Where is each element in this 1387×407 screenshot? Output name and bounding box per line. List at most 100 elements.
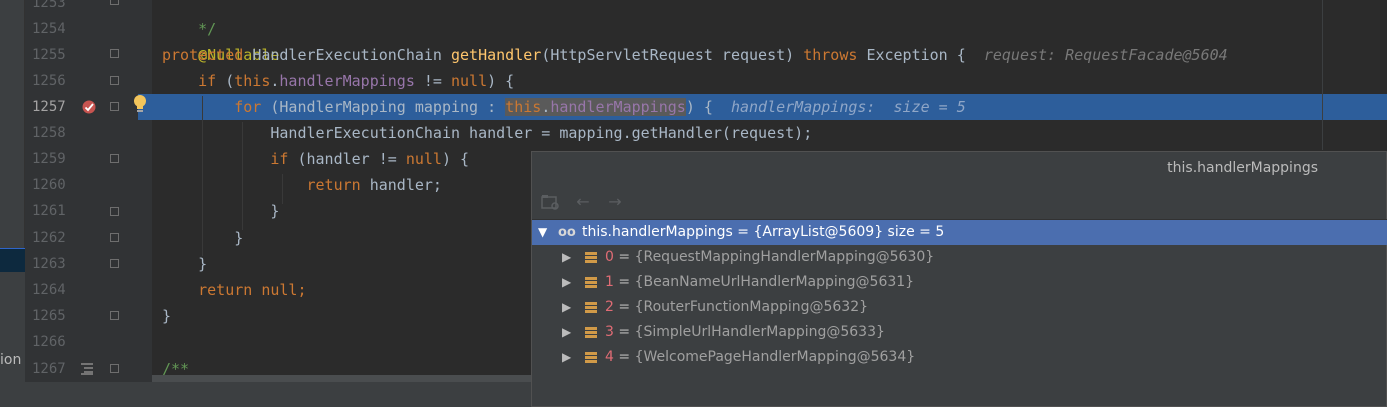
- keyword: null: [451, 72, 488, 90]
- fold-marker-icon[interactable]: [110, 311, 119, 320]
- code-line-1256: if (this.handlerMappings != null) {: [198, 72, 515, 90]
- brace: ) {: [441, 150, 470, 168]
- line-number: 1266: [32, 334, 66, 350]
- keyword: return: [306, 176, 361, 194]
- tree-item-row[interactable]: ▶ 0 = {RequestMappingHandlerMapping@5630…: [532, 245, 1387, 270]
- field-list-icon: [585, 352, 597, 364]
- popup-title: this.handlerMappings: [1167, 160, 1318, 176]
- tree-root-row[interactable]: ▼ oo this.handlerMappings = {ArrayList@5…: [532, 220, 1387, 245]
- type: HandlerExecutionChain: [252, 46, 442, 64]
- tree-item-row[interactable]: ▶ 1 = {BeanNameUrlHandlerMapping@5631}: [532, 270, 1387, 295]
- line-number: 1261: [32, 203, 66, 219]
- fold-marker-icon[interactable]: [110, 154, 119, 163]
- fold-marker-icon[interactable]: [110, 259, 119, 268]
- expand-arrow-icon[interactable]: ▶: [562, 270, 571, 295]
- condition: (handler !=: [297, 150, 406, 168]
- inline-debug-hint: handlerMappings: size = 5: [730, 98, 966, 116]
- truncated-label: ion: [0, 352, 22, 368]
- breakpoint-icon[interactable]: [81, 99, 97, 115]
- code-line-1255: protected HandlerExecutionChain getHandl…: [162, 42, 1228, 68]
- field-list-icon: [585, 302, 597, 314]
- field-list-icon: [585, 277, 597, 289]
- keyword: null;: [261, 281, 307, 299]
- variable-tree[interactable]: ▼ oo this.handlerMappings = {ArrayList@5…: [532, 220, 1387, 406]
- fold-marker-icon[interactable]: [110, 233, 119, 242]
- brace: }: [198, 255, 208, 273]
- fold-marker-icon[interactable]: [110, 364, 119, 373]
- operator: !=: [414, 72, 451, 90]
- item-value: {RequestMappingHandlerMapping@5630}: [634, 249, 935, 265]
- project-panel-edge: [0, 0, 25, 248]
- code-line-1263: }: [162, 251, 207, 277]
- item-index: 4: [605, 349, 614, 365]
- line-number: 1260: [32, 177, 66, 193]
- item-index: 3: [605, 324, 614, 340]
- popup-toolbar: ← →: [532, 184, 1387, 220]
- line-number: 1254: [32, 21, 66, 37]
- tree-item-row[interactable]: ▶ 2 = {RouterFunctionMapping@5632}: [532, 295, 1387, 320]
- rendered-doc-icon[interactable]: [80, 362, 94, 376]
- expand-arrow-icon[interactable]: ▶: [562, 320, 571, 345]
- watch-glasses-icon: oo: [558, 225, 576, 240]
- item-value: {SimpleUrlHandlerMapping@5633}: [634, 324, 885, 340]
- code-line-1264: return null;: [162, 277, 307, 303]
- brace: }: [162, 307, 172, 325]
- collapse-arrow-icon[interactable]: ▼: [538, 220, 547, 245]
- method-name: getHandler: [451, 46, 542, 64]
- expand-arrow-icon[interactable]: ▶: [562, 295, 571, 320]
- line-number: 1256: [32, 73, 66, 89]
- item-value: {BeanNameUrlHandlerMapping@5631}: [634, 274, 915, 290]
- expand-arrow-icon[interactable]: ▶: [562, 345, 571, 370]
- inline-debug-hint: request: RequestFacade@5604: [983, 46, 1228, 64]
- code-line-1265: }: [162, 303, 171, 329]
- line-number: 1255: [32, 47, 66, 63]
- line-number: 1263: [32, 256, 66, 272]
- brace: ) {: [487, 72, 515, 90]
- code-line-1257: for (HandlerMapping mapping : this.handl…: [234, 98, 966, 116]
- evaluate-popup[interactable]: this.handlerMappings ← → ▼ oo this.handl…: [531, 151, 1387, 407]
- navigate-source-icon[interactable]: [540, 192, 562, 212]
- brace: ) {: [685, 98, 713, 116]
- keyword: for: [234, 98, 262, 116]
- item-index: 0: [605, 249, 614, 265]
- params: (HttpServletRequest request): [541, 46, 795, 64]
- code-line-1259: if (handler != null) {: [162, 146, 469, 172]
- tree-item-row[interactable]: ▶ 4 = {WelcomePageHandlerMapping@5634}: [532, 345, 1387, 370]
- code-line-1260: return handler;: [162, 172, 442, 198]
- forward-icon[interactable]: →: [604, 192, 626, 212]
- line-number: 1265: [32, 308, 66, 324]
- item-value: {WelcomePageHandlerMapping@5634}: [634, 349, 916, 365]
- keyword: if: [270, 150, 289, 168]
- field-selected: handlerMappings: [550, 98, 686, 116]
- field-list-icon: [585, 252, 597, 264]
- fold-marker-icon[interactable]: [110, 0, 119, 5]
- root-variable-value: = {ArrayList@5609} size = 5: [732, 224, 945, 240]
- fold-marker-icon[interactable]: [110, 102, 119, 111]
- line-number: 1258: [32, 125, 66, 141]
- lightbulb-icon[interactable]: [132, 94, 148, 114]
- code-line-1253: */: [162, 0, 216, 38]
- lower-panel-edge: [0, 272, 25, 407]
- code-line-1261: }: [162, 198, 279, 224]
- right-margin-line: [1322, 0, 1323, 150]
- exception: Exception {: [866, 46, 966, 64]
- fold-marker-icon[interactable]: [110, 76, 119, 85]
- selected-panel-item[interactable]: [0, 248, 25, 272]
- field-list-icon: [585, 327, 597, 339]
- brace: }: [270, 202, 280, 220]
- expand-arrow-icon[interactable]: ▶: [562, 245, 571, 270]
- code-line-1258: HandlerExecutionChain handler = mapping.…: [162, 120, 812, 146]
- return-value: handler;: [369, 176, 442, 194]
- root-variable-name: this.handlerMappings: [582, 224, 733, 240]
- editor-gutter: 1253 1254 1255 1256 1257 1258 1259 1260 …: [25, 0, 152, 382]
- code-line-1254: @Nullable: [162, 16, 279, 64]
- fold-marker-icon[interactable]: [110, 49, 119, 58]
- back-icon[interactable]: ←: [572, 192, 594, 212]
- left-tool-strip: ion: [0, 0, 25, 407]
- tree-item-row[interactable]: ▶ 3 = {SimpleUrlHandlerMapping@5633}: [532, 320, 1387, 345]
- fold-marker-icon[interactable]: [110, 207, 119, 216]
- keyword: null: [405, 150, 442, 168]
- field: handlerMappings: [279, 72, 415, 90]
- keyword: this: [505, 98, 542, 116]
- statement: HandlerExecutionChain handler = mapping.…: [270, 124, 813, 142]
